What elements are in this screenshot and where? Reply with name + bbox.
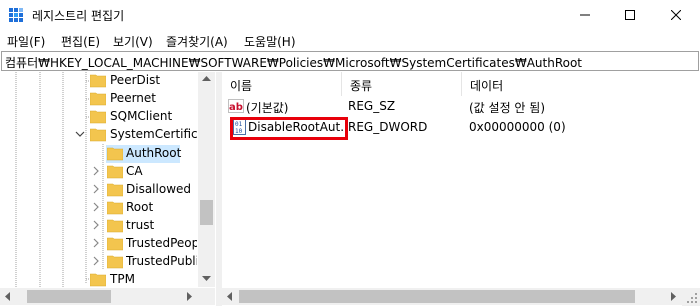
tree-item-label: AuthRoot — [126, 146, 182, 160]
maximize-button[interactable] — [607, 0, 653, 30]
tree-item-label: Peernet — [110, 91, 156, 105]
tree-vertical-scrollbar[interactable] — [198, 72, 215, 287]
value-data: 0x00000000 (0) — [469, 120, 566, 134]
chevron-right-icon[interactable] — [91, 202, 101, 212]
menu-bar: 파일(F) 편집(E) 보기(V) 즐겨찾기(A) 도움말(H) — [0, 30, 700, 50]
chevron-right-icon[interactable] — [91, 256, 101, 266]
tree-item-label: TrustedPublisher — [126, 254, 197, 268]
tree-item-label: Disallowed — [126, 182, 192, 196]
menu-help[interactable]: 도움말(H) — [244, 33, 296, 50]
scroll-left-icon[interactable] — [227, 292, 233, 301]
folder-icon — [90, 74, 106, 88]
folder-icon — [107, 237, 123, 251]
key-tree: PeerDist Peernet SQMClient SystemCertifi… — [0, 72, 216, 306]
scroll-up-icon[interactable] — [202, 76, 211, 82]
tree-item-ca[interactable]: CA — [0, 163, 197, 181]
scroll-right-icon[interactable] — [187, 292, 193, 301]
scroll-right-icon[interactable] — [671, 292, 677, 301]
tree-item-label: trust — [126, 218, 155, 232]
value-name: (기본값) — [246, 101, 289, 115]
menu-view[interactable]: 보기(V) — [113, 33, 153, 50]
string-value-icon: ab — [228, 99, 244, 113]
tree-item-disallowed[interactable]: Disallowed — [0, 181, 197, 199]
tree-item-label: TrustedPeople — [126, 236, 197, 250]
values-list: 이름 종류 데이터 ab (기본값) REG_SZ (값 설정 안 됨) 01 … — [222, 72, 700, 306]
close-button[interactable] — [653, 0, 699, 30]
tree-horizontal-scroll-thumb[interactable] — [27, 290, 111, 303]
resize-grip-icon — [687, 293, 697, 303]
folder-icon — [107, 201, 123, 215]
menu-file[interactable]: 파일(F) — [7, 33, 45, 50]
value-type: REG_DWORD — [348, 120, 428, 134]
value-data: (값 설정 안 됨) — [469, 101, 546, 115]
folder-icon — [107, 183, 123, 197]
values-horizontal-scrollbar[interactable] — [222, 288, 682, 305]
tree-item-sqmclient[interactable]: SQMClient — [0, 108, 197, 126]
tree-vertical-scroll-thumb[interactable] — [200, 200, 213, 225]
column-header-name[interactable]: 이름 — [222, 72, 342, 96]
folder-icon — [107, 219, 123, 233]
tree-item-label: TPM — [110, 272, 135, 286]
chevron-right-icon[interactable] — [91, 166, 101, 176]
close-icon — [671, 10, 681, 20]
column-header-data[interactable]: 데이터 — [462, 72, 700, 96]
tree-item-systemcertificates[interactable]: SystemCertificates — [0, 126, 197, 144]
tree-item-trust[interactable]: trust — [0, 217, 197, 235]
tree-item-authroot[interactable]: AuthRoot — [0, 145, 197, 163]
tree-item-trustedpublisher[interactable]: TrustedPublisher — [0, 253, 197, 271]
tree-item-label: SystemCertificates — [110, 127, 197, 141]
tree-item-peernet[interactable]: Peernet — [0, 90, 197, 108]
tree-horizontal-scrollbar[interactable] — [0, 288, 198, 305]
scroll-left-icon[interactable] — [5, 292, 11, 301]
chevron-right-icon[interactable] — [91, 184, 101, 194]
tree-item-tpm[interactable]: TPM — [0, 271, 197, 289]
registry-editor-icon — [9, 8, 23, 22]
folder-icon — [90, 110, 106, 124]
annotation-highlight-box — [230, 117, 348, 140]
tree-item-label: SQMClient — [110, 109, 173, 123]
chevron-right-icon[interactable] — [91, 238, 101, 248]
tree-item-peerdist[interactable]: PeerDist — [0, 72, 197, 90]
folder-open-icon — [90, 128, 106, 142]
folder-icon — [107, 147, 123, 161]
svg-text:ab: ab — [229, 102, 243, 113]
address-bar[interactable]: 컴퓨터₩HKEY_LOCAL_MACHINE₩SOFTWARE₩Policies… — [1, 51, 699, 71]
values-horizontal-scroll-thumb[interactable] — [239, 290, 635, 303]
minimize-icon — [580, 14, 590, 16]
menu-favorites[interactable]: 즐겨찾기(A) — [166, 33, 228, 50]
address-path: 컴퓨터₩HKEY_LOCAL_MACHINE₩SOFTWARE₩Policies… — [5, 56, 583, 70]
window-title: 레지스트리 편집기 — [32, 9, 125, 23]
chevron-right-icon[interactable] — [91, 220, 101, 230]
tree-item-label: PeerDist — [110, 73, 161, 87]
folder-icon — [107, 165, 123, 179]
scroll-corner — [198, 288, 215, 305]
minimize-button[interactable] — [562, 0, 608, 30]
tree-item-label: CA — [126, 164, 143, 178]
scroll-down-icon[interactable] — [202, 276, 211, 282]
title-bar: 레지스트리 편집기 — [0, 0, 700, 30]
column-header-type[interactable]: 종류 — [342, 72, 462, 96]
tree-item-root[interactable]: Root — [0, 199, 197, 217]
tree-item-trustedpeople[interactable]: TrustedPeople — [0, 235, 197, 253]
tree-item-label: Root — [126, 200, 154, 214]
folder-icon — [90, 273, 106, 287]
menu-edit[interactable]: 편집(E) — [61, 33, 100, 50]
chevron-down-icon[interactable] — [75, 129, 85, 139]
value-type: REG_SZ — [348, 99, 396, 113]
value-row-default[interactable]: ab (기본값) REG_SZ (값 설정 안 됨) — [222, 97, 700, 115]
folder-icon — [90, 92, 106, 106]
folder-icon — [107, 255, 123, 269]
maximize-icon — [625, 10, 635, 20]
resize-grip[interactable] — [682, 288, 700, 306]
